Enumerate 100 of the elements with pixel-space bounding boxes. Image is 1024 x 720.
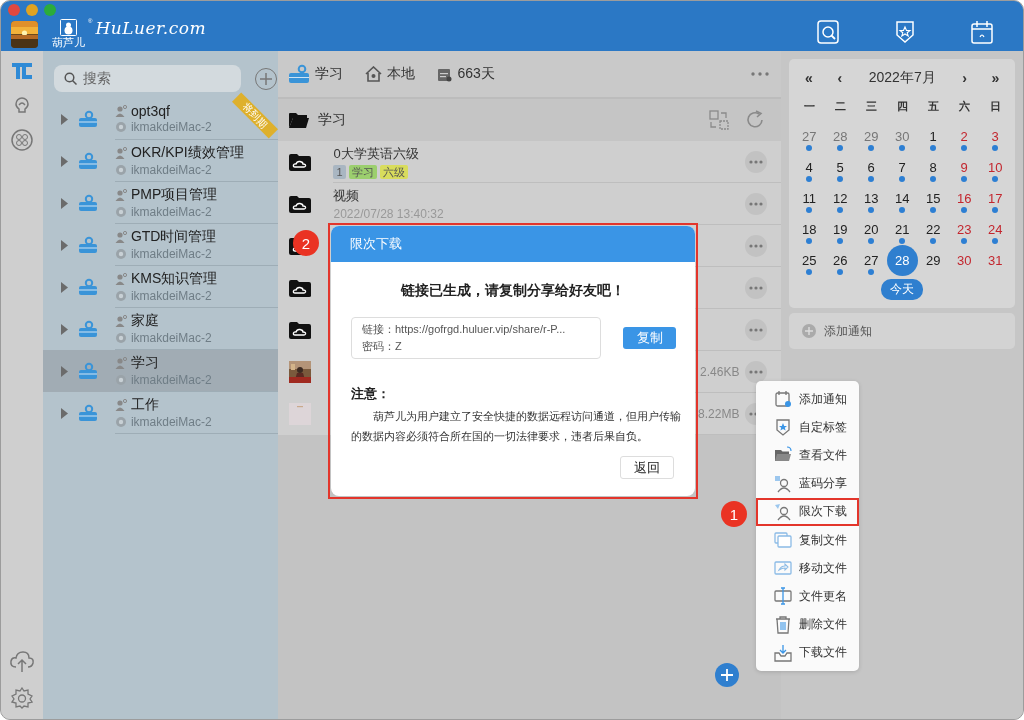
calendar-day[interactable]: 6 xyxy=(855,152,887,183)
calendar-day[interactable]: 4 xyxy=(793,152,825,183)
expand-arrow-icon xyxy=(60,323,68,335)
calendar-day[interactable]: 17 xyxy=(979,183,1011,214)
menu-item[interactable]: 复制文件 xyxy=(756,525,859,555)
calendar-day[interactable]: 9 xyxy=(948,152,980,183)
zoom-button[interactable] xyxy=(44,4,56,16)
more-icon xyxy=(749,201,764,206)
calendar-day[interactable]: 21 xyxy=(886,214,918,245)
today-button[interactable]: 今天 xyxy=(881,279,924,300)
trash-icon xyxy=(774,615,792,634)
more-button[interactable] xyxy=(745,192,768,215)
weekday-label: 四 xyxy=(895,99,909,114)
calendar-day[interactable]: 22 xyxy=(917,214,949,245)
menu-item[interactable]: 自定标签 xyxy=(756,413,859,442)
more-button[interactable] xyxy=(745,234,768,257)
calendar-day[interactable]: 1 xyxy=(917,121,949,152)
more-button[interactable] xyxy=(745,150,768,173)
calendar-day[interactable]: 14 xyxy=(886,183,918,214)
calendar-day[interactable]: 11 xyxy=(793,183,825,214)
menu-item[interactable]: 添加通知 xyxy=(756,385,859,414)
calendar-day[interactable]: 19 xyxy=(824,214,856,245)
gear-icon xyxy=(114,332,127,344)
sidebar-item[interactable]: KMS知识管理 ikmakdeiMac-2 xyxy=(42,266,279,308)
cloud-upload-icon[interactable] xyxy=(8,649,35,673)
person-icon xyxy=(114,273,127,285)
menu-item[interactable]: 下载文件 xyxy=(756,638,859,667)
calendar-day[interactable]: 30 xyxy=(948,245,980,276)
calendar-day[interactable]: 3 xyxy=(979,121,1011,152)
calendar-icon[interactable] xyxy=(971,20,993,44)
shield-star-icon[interactable] xyxy=(895,20,915,44)
device-name: ikmakdeiMac-2 xyxy=(130,247,212,261)
menu-item[interactable]: 文件更名 xyxy=(756,582,859,611)
calendar-day[interactable]: 12 xyxy=(824,183,856,214)
calendar-day[interactable]: 10 xyxy=(979,152,1011,183)
drive-icon xyxy=(77,278,98,296)
menu-item[interactable]: 蓝码分享 xyxy=(756,469,859,498)
search-icon[interactable] xyxy=(817,20,839,44)
calendar-day[interactable]: 23 xyxy=(948,214,980,245)
calendar-day[interactable]: 15 xyxy=(917,183,949,214)
device-name: ikmakdeiMac-2 xyxy=(130,205,212,219)
minimize-button[interactable] xyxy=(26,4,38,16)
calendar-day[interactable]: 8 xyxy=(917,152,949,183)
cloud-folder-icon xyxy=(288,152,313,172)
more-button[interactable] xyxy=(745,360,768,383)
sidebar-item[interactable]: OKR/KPI绩效管理 ikmakdeiMac-2 xyxy=(42,140,279,182)
calendar-day[interactable]: 31 xyxy=(979,245,1011,276)
more-icon[interactable] xyxy=(751,72,770,76)
drive-icon xyxy=(288,64,311,84)
calendar-icon xyxy=(437,66,453,82)
drive-icon xyxy=(77,404,98,422)
drive-name: PMP项目管理 xyxy=(130,186,218,204)
settings-icon[interactable] xyxy=(10,687,33,709)
calendar-day[interactable]: 27 xyxy=(855,245,887,276)
previous-year-button[interactable]: « xyxy=(793,70,825,86)
menu-item[interactable]: 限次下载 xyxy=(756,497,859,526)
person-send-icon xyxy=(774,502,792,521)
more-button[interactable] xyxy=(745,318,768,341)
sidebar-item[interactable]: PMP项目管理 ikmakdeiMac-2 xyxy=(42,182,279,224)
menu-item[interactable]: 删除文件 xyxy=(756,610,859,639)
drive-name: GTD时间管理 xyxy=(130,228,217,246)
sidebar-item[interactable]: 工作 ikmakdeiMac-2 xyxy=(42,392,279,434)
calendar-day[interactable]: 25 xyxy=(793,245,825,276)
calendar-day[interactable]: 18 xyxy=(793,214,825,245)
drive-icon xyxy=(77,362,98,380)
drive-name: opt3qf xyxy=(130,103,170,119)
expiry-ribbon: 将到期 xyxy=(231,92,278,139)
sidebar-item[interactable]: GTD时间管理 ikmakdeiMac-2 xyxy=(42,224,279,266)
dialog-heading: 链接已生成，请复制分享给好友吧！ xyxy=(399,282,626,300)
drive-icon xyxy=(77,236,98,254)
calendar-day[interactable]: 24 xyxy=(979,214,1011,245)
calendar-day[interactable]: 26 xyxy=(824,245,856,276)
expand-arrow-icon xyxy=(60,239,68,251)
refresh-icon[interactable] xyxy=(745,110,766,130)
weekday-label: 三 xyxy=(864,99,878,114)
switch-view-icon[interactable] xyxy=(709,110,730,130)
calendar-day[interactable]: 29 xyxy=(917,245,949,276)
add-notification-button[interactable]: 添加通知 xyxy=(789,313,1015,349)
gear-icon xyxy=(114,248,127,260)
tab-logo-icon[interactable] xyxy=(10,61,33,81)
previous-month-button[interactable]: ‹ xyxy=(824,70,856,86)
calendar-day[interactable]: 28 xyxy=(886,245,918,276)
next-month-button[interactable]: › xyxy=(949,70,980,86)
more-button[interactable] xyxy=(745,276,768,299)
menu-item[interactable]: 移动文件 xyxy=(756,554,859,583)
search-field[interactable]: 搜索 xyxy=(53,65,241,92)
calendar-day[interactable]: 7 xyxy=(886,152,918,183)
next-year-button[interactable]: » xyxy=(980,70,1011,86)
apps-icon[interactable] xyxy=(10,129,33,151)
expand-arrow-icon xyxy=(60,281,68,293)
calendar-day[interactable]: 16 xyxy=(948,183,980,214)
calendar-day[interactable]: 5 xyxy=(824,152,856,183)
logo-caption: 葫芦儿 xyxy=(52,36,85,48)
file-name: 视频 xyxy=(333,186,361,205)
menu-item[interactable]: 查看文件 xyxy=(756,441,859,470)
calendar-day[interactable]: 2 xyxy=(948,121,980,152)
download-icon xyxy=(774,643,792,662)
calendar-day[interactable]: 13 xyxy=(855,183,887,214)
back-button[interactable]: 返回 xyxy=(620,456,674,479)
calendar-day[interactable]: 20 xyxy=(855,214,887,245)
